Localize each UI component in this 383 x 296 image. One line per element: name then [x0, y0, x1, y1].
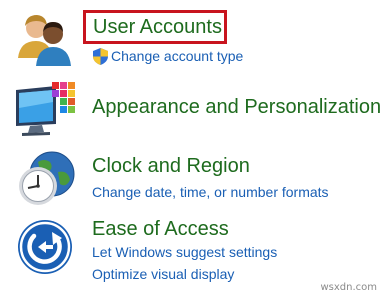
let-windows-suggest-link[interactable]: Let Windows suggest settings: [92, 243, 277, 261]
monitor-palette-icon[interactable]: [12, 80, 78, 138]
appearance-title[interactable]: Appearance and Personalization: [92, 95, 381, 119]
user-accounts-title[interactable]: User Accounts: [93, 15, 222, 39]
users-icon[interactable]: [12, 10, 74, 66]
watermark-text: wsxdn.com: [320, 282, 377, 293]
clock-region-title[interactable]: Clock and Region: [92, 154, 250, 178]
change-date-formats-link[interactable]: Change date, time, or number formats: [92, 183, 329, 201]
uac-shield-icon: [93, 48, 108, 65]
optimize-visual-display-link[interactable]: Optimize visual display: [92, 265, 234, 283]
change-account-type-link[interactable]: Change account type: [111, 47, 243, 65]
control-panel-categories: User Accounts Change account type Appear…: [0, 0, 383, 296]
ease-of-access-title[interactable]: Ease of Access: [92, 217, 229, 241]
ease-of-access-icon[interactable]: [16, 218, 76, 276]
clock-globe-icon[interactable]: [14, 150, 78, 208]
